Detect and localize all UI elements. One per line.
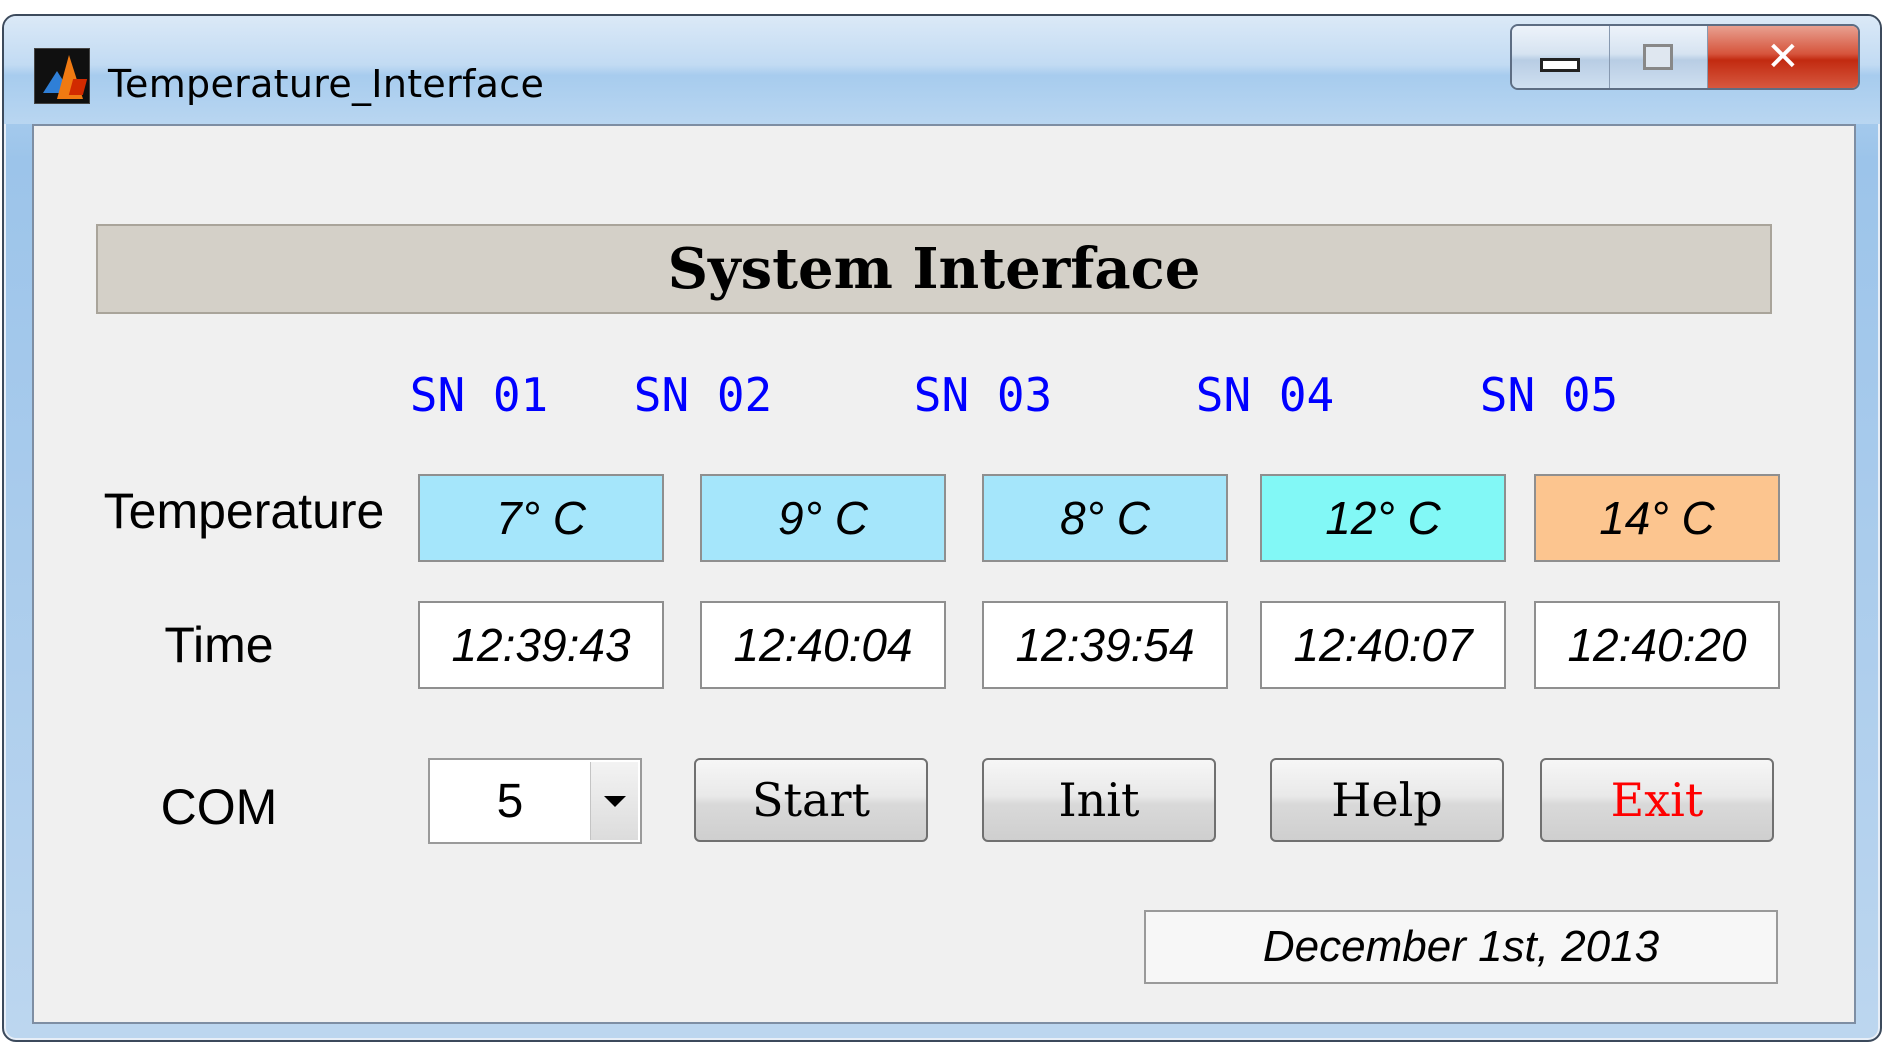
sensor-label-sn04: SN 04 xyxy=(1195,368,1335,422)
help-button[interactable]: Help xyxy=(1270,758,1504,842)
maximize-button[interactable] xyxy=(1609,26,1708,88)
sensor-label-sn01: SN 01 xyxy=(409,368,549,422)
temperature-value-sn03: 8° C xyxy=(982,474,1228,562)
title-bar[interactable]: Temperature_Interface ✕ xyxy=(4,16,1880,124)
time-value-sn01: 12:39:43 xyxy=(418,601,664,689)
time-value-sn04: 12:40:07 xyxy=(1260,601,1506,689)
close-button[interactable]: ✕ xyxy=(1707,26,1858,88)
dropdown-arrow-button[interactable] xyxy=(590,762,638,840)
sensor-label-sn03: SN 03 xyxy=(913,368,1053,422)
close-icon: ✕ xyxy=(1766,34,1800,80)
temperature-value-sn04: 12° C xyxy=(1260,474,1506,562)
temperature-value-sn01: 7° C xyxy=(418,474,664,562)
minimize-button[interactable] xyxy=(1512,26,1610,88)
start-button[interactable]: Start xyxy=(694,758,928,842)
temperature-value-sn05: 14° C xyxy=(1534,474,1780,562)
com-row-label: COM xyxy=(160,779,278,835)
sensor-label-sn02: SN 02 xyxy=(633,368,773,422)
window-caption-buttons: ✕ xyxy=(1510,24,1860,90)
exit-button[interactable]: Exit xyxy=(1540,758,1774,842)
time-value-sn05: 12:40:20 xyxy=(1534,601,1780,689)
com-port-value: 5 xyxy=(496,774,524,828)
matlab-app-icon xyxy=(34,48,90,104)
chevron-down-icon xyxy=(603,795,626,807)
maximize-icon xyxy=(1643,44,1674,70)
time-value-sn02: 12:40:04 xyxy=(700,601,946,689)
app-window: Temperature_Interface ✕ System Interface… xyxy=(2,14,1882,1042)
client-area: System Interface SN 01 SN 02 SN 03 SN 04… xyxy=(32,124,1856,1024)
temperature-value-sn02: 9° C xyxy=(700,474,946,562)
page-title: System Interface xyxy=(96,224,1772,314)
date-display: December 1st, 2013 xyxy=(1144,910,1778,984)
window-title: Temperature_Interface xyxy=(108,62,545,106)
time-value-sn03: 12:39:54 xyxy=(982,601,1228,689)
minimize-icon xyxy=(1540,58,1581,72)
temperature-row-label: Temperature xyxy=(103,483,385,539)
init-button[interactable]: Init xyxy=(982,758,1216,842)
time-row-label: Time xyxy=(164,617,274,673)
sensor-label-sn05: SN 05 xyxy=(1479,368,1619,422)
com-port-select[interactable]: 5 xyxy=(428,758,642,844)
